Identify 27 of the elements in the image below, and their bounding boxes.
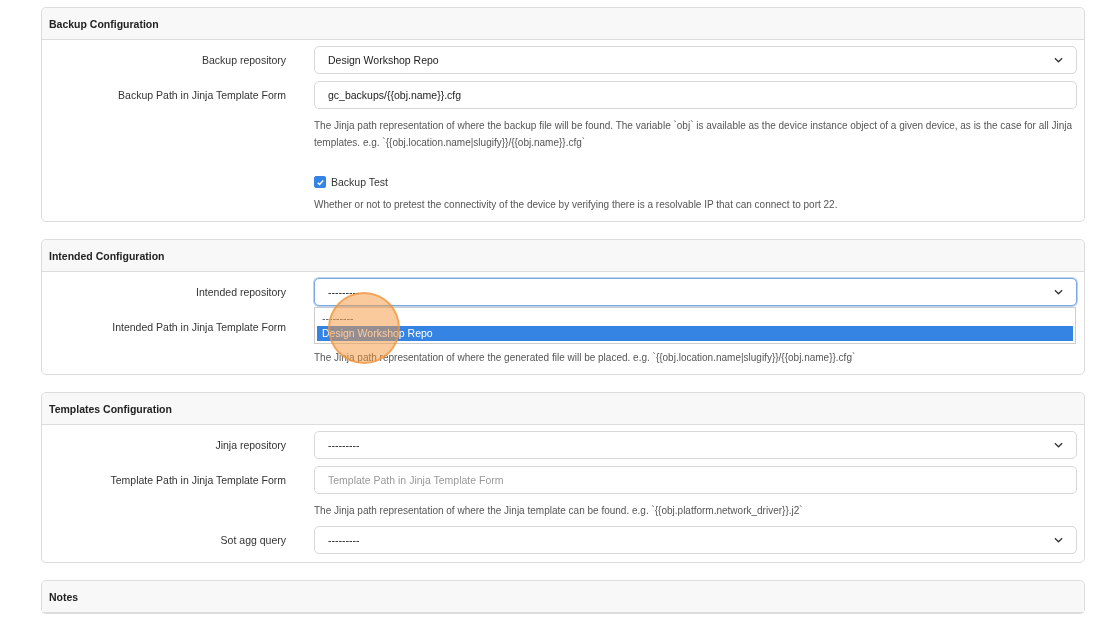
input-field[interactable]: gc_backups/{{obj.name}}.cfg xyxy=(314,81,1077,109)
help-text: The Jinja path representation of where the backup file will be found. The variable `obj` is available as the device instance object of a given device, as is the case for all Jinja templates. e.g. `{{obj.location.name|slugify}}/{{obj.name}}.cfg` xyxy=(314,119,1074,150)
help-text: The Jinja path representation of where the generated file will be placed. e.g. `{{obj.location.name|slugify}}/{{obj.name}}.cfg` xyxy=(314,351,857,365)
panel-title: Notes xyxy=(49,590,79,603)
help-text: Whether or not to pretest the connectivity of the device by verifying there is a resolvable IP that can connect to port 22. xyxy=(314,198,839,212)
panel-title: Templates Configuration xyxy=(49,402,172,415)
field-label: Backup Path in Jinja Template Form xyxy=(118,89,286,101)
select-field[interactable]: --------- xyxy=(314,278,1077,306)
checkbox[interactable] xyxy=(314,176,326,188)
field-label: Sot agg query xyxy=(220,534,286,546)
select-field[interactable]: --------- xyxy=(314,526,1077,554)
select-field[interactable]: Design Workshop Repo xyxy=(314,46,1077,74)
field-label: Intended repository xyxy=(196,286,286,298)
chevron-down-icon xyxy=(1054,289,1063,295)
checkbox-label[interactable]: Backup Test xyxy=(331,176,388,188)
select-field[interactable]: --------- xyxy=(314,431,1077,459)
input-field[interactable]: Template Path in Jinja Template Form xyxy=(314,466,1077,494)
chevron-down-icon xyxy=(1054,442,1063,448)
field-label: Intended Path in Jinja Template Form xyxy=(112,321,286,333)
chevron-down-icon xyxy=(1054,537,1063,543)
help-text: The Jinja path representation of where the Jinja template can be found. e.g. `{{obj.platform.network_driver}}.j2` xyxy=(314,504,804,518)
field-label: Template Path in Jinja Template Form xyxy=(110,474,286,486)
panel-title: Backup Configuration xyxy=(49,17,159,30)
chevron-down-icon xyxy=(1054,57,1063,63)
field-label: Backup repository xyxy=(201,54,286,66)
panel-title: Intended Configuration xyxy=(49,249,165,262)
field-label: Jinja repository xyxy=(215,439,286,451)
